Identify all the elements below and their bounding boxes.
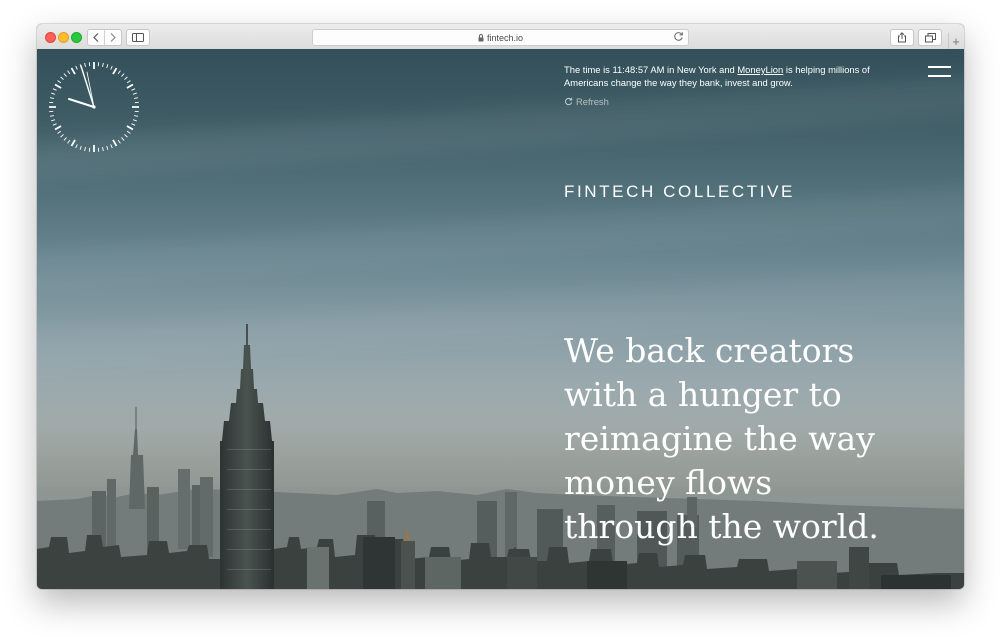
clock-tick bbox=[67, 139, 71, 144]
clock-tick bbox=[117, 70, 121, 75]
clock-tick bbox=[117, 139, 121, 144]
plus-icon: + bbox=[952, 33, 960, 49]
clock-tick bbox=[75, 65, 78, 70]
sidebar-button[interactable] bbox=[126, 29, 150, 46]
clock-tick bbox=[63, 73, 67, 77]
clock-tick bbox=[67, 70, 71, 75]
back-button[interactable] bbox=[88, 30, 104, 45]
hero-headline: We back creators with a hunger to reimag… bbox=[564, 329, 954, 549]
clock-tick bbox=[57, 130, 62, 134]
clock-tick bbox=[51, 92, 56, 95]
clock-tick bbox=[131, 123, 136, 126]
clock-tick bbox=[110, 65, 113, 70]
brand-logo[interactable]: FINTECH COLLECTIVE bbox=[564, 182, 795, 202]
back-icon bbox=[93, 33, 99, 42]
tab-overview-button[interactable] bbox=[918, 29, 942, 46]
clock-tick bbox=[131, 88, 136, 91]
headline-line: reimagine the way bbox=[564, 419, 875, 458]
clock-tick bbox=[132, 92, 137, 95]
clock-tick bbox=[84, 147, 86, 152]
clock-tick bbox=[60, 76, 64, 80]
close-window-button[interactable] bbox=[45, 32, 56, 43]
zoom-window-button[interactable] bbox=[71, 32, 82, 43]
clock-tick bbox=[112, 139, 118, 147]
share-icon bbox=[898, 32, 906, 43]
hero-info-text: The time is 11:48:57 AM in New York and … bbox=[564, 63, 894, 89]
clock-minute-hand bbox=[80, 65, 95, 108]
clock-tick bbox=[63, 137, 67, 141]
minimize-window-button[interactable] bbox=[58, 32, 69, 43]
share-button[interactable] bbox=[890, 29, 914, 46]
new-tab-button[interactable]: + bbox=[948, 33, 963, 49]
clock-tick bbox=[126, 80, 131, 84]
sidebar-icon bbox=[132, 33, 144, 42]
clock-tick bbox=[79, 145, 82, 150]
clock-tick bbox=[134, 97, 139, 99]
clock-tick bbox=[70, 67, 76, 75]
clock-tick bbox=[110, 144, 113, 149]
analog-clock bbox=[49, 62, 139, 152]
clock-tick bbox=[52, 123, 57, 126]
hero-section: The time is 11:48:57 AM in New York and … bbox=[37, 49, 964, 589]
browser-toolbar: fintech.io + bbox=[37, 24, 964, 50]
url-text: fintech.io bbox=[486, 32, 524, 43]
clock-tick bbox=[49, 115, 54, 117]
menu-bar bbox=[928, 66, 951, 68]
clock-tick bbox=[134, 115, 139, 117]
headline-line: money flows bbox=[564, 463, 773, 502]
clock-tick bbox=[121, 73, 125, 77]
clock-tick bbox=[124, 76, 128, 80]
info-prefix: The time is 11:48:57 AM in New York and bbox=[564, 64, 735, 75]
clock-tick bbox=[54, 125, 62, 131]
clock-tick bbox=[112, 67, 118, 75]
headline-line: We back creators bbox=[564, 331, 855, 370]
menu-bar bbox=[928, 75, 951, 77]
history-nav bbox=[87, 29, 122, 46]
refresh-button[interactable]: Refresh bbox=[564, 96, 609, 107]
clock-tick bbox=[57, 80, 62, 84]
forward-icon bbox=[110, 33, 116, 42]
clock-tick bbox=[51, 119, 56, 122]
clock-tick bbox=[70, 139, 76, 147]
clock-tick bbox=[124, 134, 128, 138]
clock-tick bbox=[75, 144, 78, 149]
company-link[interactable]: MoneyLion bbox=[737, 64, 783, 75]
headline-line: with a hunger to bbox=[564, 375, 842, 414]
clock-tick bbox=[106, 145, 109, 150]
clock-tick bbox=[54, 83, 62, 89]
forward-button[interactable] bbox=[104, 30, 121, 45]
lock-icon bbox=[478, 33, 484, 41]
clock-tick bbox=[102, 147, 104, 152]
headline-line: through the world. bbox=[564, 507, 879, 546]
address-bar[interactable]: fintech.io bbox=[312, 29, 689, 46]
clock-tick bbox=[84, 62, 86, 67]
clock-tick bbox=[60, 134, 64, 138]
clock-tick bbox=[132, 119, 137, 122]
clock-tick bbox=[52, 88, 57, 91]
clock-tick bbox=[126, 83, 134, 89]
refresh-icon bbox=[565, 97, 573, 106]
reload-icon[interactable] bbox=[673, 31, 684, 42]
tabs-icon bbox=[924, 32, 936, 42]
refresh-label: Refresh bbox=[576, 96, 609, 107]
clock-tick bbox=[121, 137, 125, 141]
clock-tick bbox=[49, 97, 54, 99]
clock-tick bbox=[106, 64, 109, 69]
browser-window: fintech.io + The time is 11:48:57 AM in … bbox=[37, 24, 964, 589]
clock-tick bbox=[126, 125, 134, 131]
clock-hour-hand bbox=[68, 98, 95, 108]
clock-tick bbox=[102, 62, 104, 67]
clock-tick bbox=[126, 130, 131, 134]
menu-button[interactable] bbox=[928, 66, 951, 78]
